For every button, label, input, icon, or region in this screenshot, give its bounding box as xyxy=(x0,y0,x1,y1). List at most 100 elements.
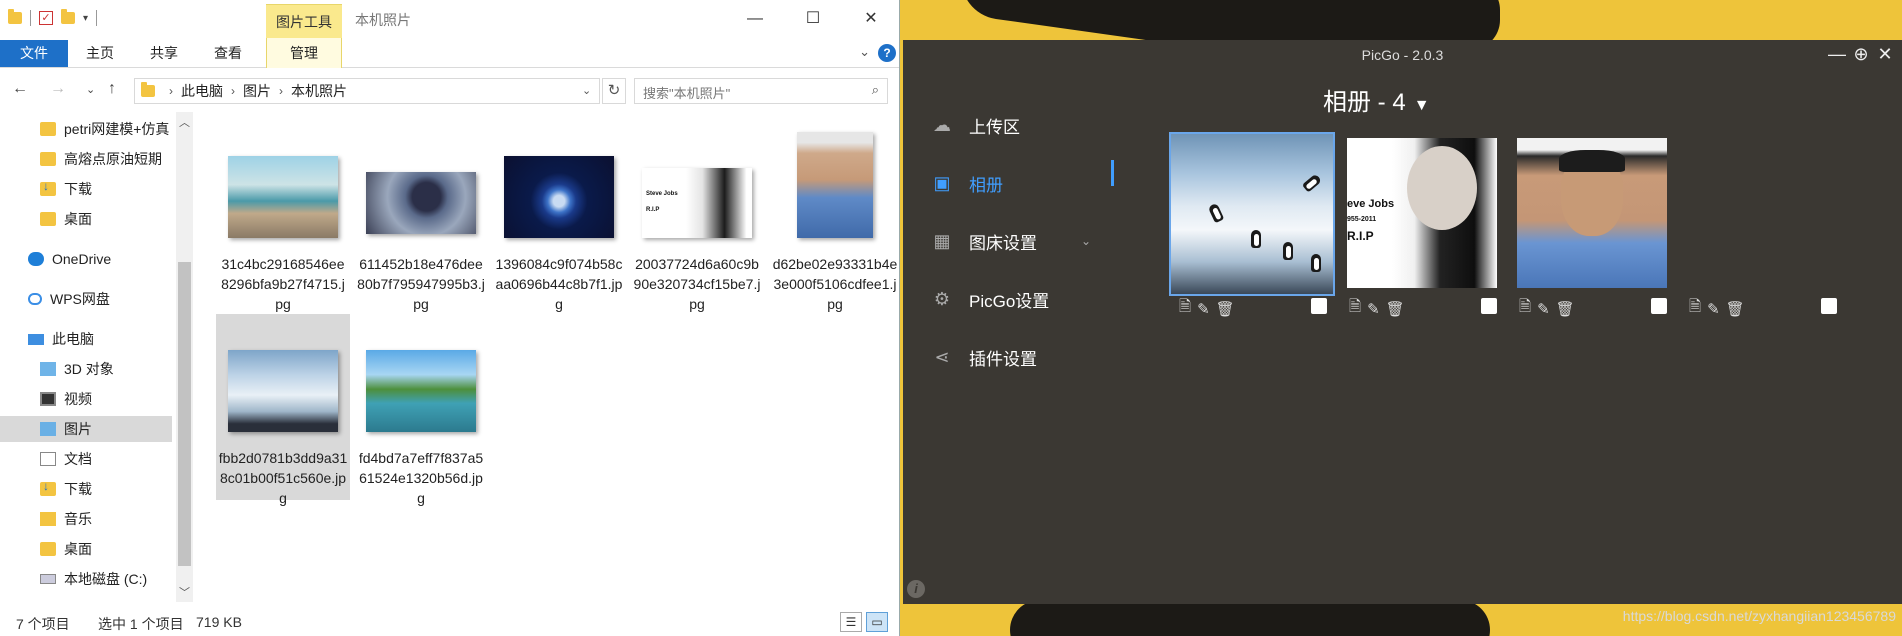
nav-item-desktop-2[interactable]: 桌面 xyxy=(0,536,172,562)
folder-icon[interactable] xyxy=(8,9,22,24)
search-input[interactable]: 搜索"本机照片" ⌕ xyxy=(634,78,888,104)
edit-icon[interactable]: ✎ xyxy=(1537,300,1550,318)
delete-icon[interactable]: 🗑 xyxy=(1556,300,1575,318)
file-item[interactable]: 31c4bc29168546ee8296bfa9b27f4715.jpg xyxy=(216,120,350,312)
music-icon xyxy=(40,512,56,526)
divider xyxy=(30,10,31,26)
minimize-icon[interactable]: — xyxy=(1828,44,1846,64)
nav-item-3d-objects[interactable]: 3D 对象 xyxy=(0,356,172,382)
file-item[interactable]: 611452b18e476dee80b7f795947995b3.jpg xyxy=(354,120,488,312)
copy-link-icon[interactable]: 🗎 xyxy=(1689,296,1701,321)
file-item[interactable]: d62be02e93331b4e3e000f5106cdfee1.jpg xyxy=(768,120,899,312)
gallery-image-officer[interactable] xyxy=(1517,138,1667,288)
nav-item-crude-oil[interactable]: 高熔点原油短期 xyxy=(0,146,172,172)
close-icon[interactable]: ✕ xyxy=(1876,44,1894,64)
breadcrumb-pictures[interactable]: 图片 xyxy=(243,81,271,101)
nav-item-documents[interactable]: 文档 xyxy=(0,446,172,472)
scrollbar-thumb[interactable] xyxy=(178,262,191,566)
address-field[interactable]: › 此电脑 › 图片 › 本机照片 xyxy=(134,78,600,104)
select-checkbox[interactable] xyxy=(1821,298,1837,314)
properties-check-icon[interactable]: ✓ xyxy=(39,11,53,25)
select-checkbox[interactable] xyxy=(1311,298,1327,314)
file-item-selected[interactable]: fbb2d0781b3dd9a318c01b00f51c560e.jpg xyxy=(216,314,350,506)
nav-item-downloads-2[interactable]: 下载 xyxy=(0,476,172,502)
nav-item-music[interactable]: 音乐 xyxy=(0,506,172,532)
breadcrumb-this-pc[interactable]: 此电脑 xyxy=(181,81,223,101)
window-title: 本机照片 xyxy=(355,12,411,28)
close-icon[interactable]: ✕ xyxy=(842,0,899,38)
menu-picgo-settings[interactable]: ⚙ PicGo设置 xyxy=(931,284,1111,314)
chevron-down-icon[interactable]: ⌄ xyxy=(582,84,591,97)
scroll-up-icon[interactable]: ︿ xyxy=(179,114,190,130)
menu-upload[interactable]: ☁ 上传区 xyxy=(931,110,1111,140)
tab-manage[interactable]: 管理 xyxy=(266,38,342,68)
nav-item-local-disk[interactable]: 本地磁盘 (C:) xyxy=(0,566,172,592)
nav-item-this-pc[interactable]: 此电脑 xyxy=(0,326,172,352)
forward-icon[interactable]: → xyxy=(50,80,66,98)
download-icon xyxy=(40,479,56,496)
copy-link-icon[interactable]: 🗎 xyxy=(1519,296,1531,321)
large-icons-view-icon[interactable]: ▭ xyxy=(866,612,888,632)
picture-icon: ▣ xyxy=(933,173,951,193)
tab-file[interactable]: 文件 xyxy=(0,40,68,67)
recent-locations-icon[interactable]: ⌄ xyxy=(86,83,95,96)
file-thumbnail xyxy=(366,172,476,234)
minimize-icon[interactable]: — xyxy=(726,0,784,38)
nav-item-wps[interactable]: WPS网盘 xyxy=(0,286,172,312)
copy-link-icon[interactable]: 🗎 xyxy=(1179,296,1191,321)
nav-scrollbar[interactable]: ︿ ﹀ xyxy=(176,112,193,602)
maximize-icon[interactable]: ☐ xyxy=(784,0,842,38)
gallery-image-penguins[interactable] xyxy=(1169,132,1335,296)
back-icon[interactable]: ← xyxy=(12,80,28,98)
details-view-icon[interactable]: ☰ xyxy=(840,612,862,632)
file-item[interactable]: 1396084c9f074b58caa0696b44c8b7f1.jpg xyxy=(492,120,626,312)
status-bar: 7 个项目 选中 1 个项目 719 KB ☰ ▭ xyxy=(0,608,899,636)
nav-item-petri[interactable]: petri网建模+仿真 xyxy=(0,116,172,142)
delete-icon[interactable]: 🗑 xyxy=(1216,300,1235,318)
select-checkbox[interactable] xyxy=(1481,298,1497,314)
tab-view[interactable]: 查看 xyxy=(214,40,242,67)
nav-item-pictures[interactable]: 图片 xyxy=(0,416,172,442)
search-icon[interactable]: ⌕ xyxy=(872,82,879,98)
penguin-figure xyxy=(1283,242,1293,260)
nav-item-desktop[interactable]: 桌面 xyxy=(0,206,172,232)
divider xyxy=(96,10,98,26)
maximize-icon[interactable]: ⊕ xyxy=(1852,44,1870,64)
edit-icon[interactable]: ✎ xyxy=(1367,300,1380,318)
copy-link-icon[interactable]: 🗎 xyxy=(1349,296,1361,321)
nav-item-videos[interactable]: 视频 xyxy=(0,386,172,412)
refresh-button[interactable]: ↻ xyxy=(602,78,626,104)
help-icon[interactable]: ? xyxy=(878,44,896,62)
tab-home[interactable]: 主页 xyxy=(86,40,114,67)
expand-ribbon-icon[interactable]: ⌄ xyxy=(859,44,870,60)
caret-down-icon[interactable]: ▼ xyxy=(1414,97,1430,114)
file-item[interactable]: fd4bd7a7eff7f837a561524e1320b56d.jpg xyxy=(354,314,488,506)
tab-share[interactable]: 共享 xyxy=(150,40,178,67)
up-icon[interactable]: ↑ xyxy=(108,80,116,98)
chevron-down-icon[interactable]: ⌄ xyxy=(1081,234,1091,248)
image-actions: 🗎 ✎ 🗑 xyxy=(1689,296,1745,321)
edit-icon[interactable]: ✎ xyxy=(1707,300,1720,318)
gallery-image-jobs[interactable]: eve Jobs 955-2011 R.I.P xyxy=(1347,138,1497,288)
customize-dropdown-icon[interactable]: ▾ xyxy=(83,13,88,24)
menu-plugin-settings[interactable]: ⋖ 插件设置 xyxy=(931,342,1111,372)
file-name: 611452b18e476dee80b7f795947995b3.jpg xyxy=(357,256,485,312)
penguin-figure xyxy=(1311,254,1321,272)
menu-picbed-settings[interactable]: ▦ 图床设置 ⌄ xyxy=(931,226,1111,256)
folder-icon xyxy=(40,542,56,556)
album-title[interactable]: 相册 - 4 ▼ xyxy=(1323,82,1430,117)
download-icon xyxy=(40,179,56,196)
breadcrumb-local-photos[interactable]: 本机照片 xyxy=(291,81,347,101)
delete-icon[interactable]: 🗑 xyxy=(1726,300,1745,318)
scroll-down-icon[interactable]: ﹀ xyxy=(179,584,190,600)
menu-gallery[interactable]: ▣ 相册 xyxy=(931,168,1111,198)
info-icon[interactable]: i xyxy=(907,580,925,598)
nav-item-downloads[interactable]: 下载 xyxy=(0,176,172,202)
picture-tools-tab[interactable]: 图片工具 xyxy=(266,4,342,38)
new-folder-icon[interactable] xyxy=(61,9,75,24)
delete-icon[interactable]: 🗑 xyxy=(1386,300,1405,318)
edit-icon[interactable]: ✎ xyxy=(1197,300,1210,318)
file-item[interactable]: Steve Jobs R.I.P 20037724d6a60c9b90e3207… xyxy=(630,120,764,312)
nav-item-onedrive[interactable]: OneDrive xyxy=(0,246,172,272)
select-checkbox[interactable] xyxy=(1651,298,1667,314)
